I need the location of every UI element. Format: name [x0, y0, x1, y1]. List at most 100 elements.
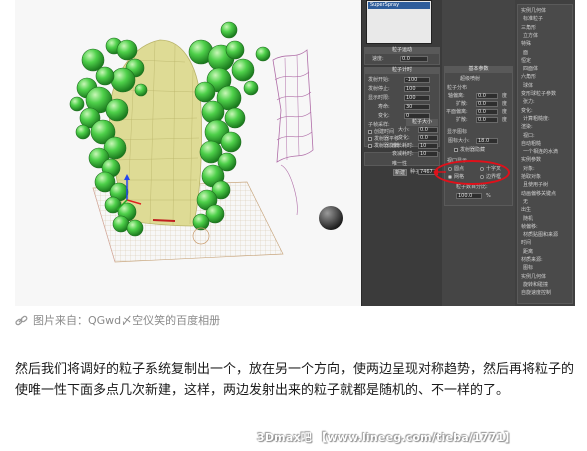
unit-label: % [486, 193, 491, 199]
particle-type-item[interactable]: 自动粗糙 [521, 141, 541, 147]
particle-type-item[interactable]: 立方体 [523, 33, 538, 39]
checkbox[interactable] [368, 137, 372, 141]
checkbox[interactable] [368, 144, 372, 148]
row-label: 平面偏离: [446, 109, 468, 115]
basic-sub-label: 超级喷射 [460, 76, 481, 82]
row-label: 变化: [378, 113, 390, 119]
red-arrow-icon [433, 169, 446, 175]
row-label: 轴偏离: [448, 93, 465, 99]
row-label: 大小: [398, 127, 410, 133]
unit-label: 度 [502, 101, 508, 107]
particle-type-item[interactable]: 四面体 [523, 66, 538, 72]
spinner[interactable]: -100 [404, 77, 430, 83]
row-label: 发射开始: [368, 77, 390, 83]
particle-type-item[interactable]: 张力: [523, 99, 535, 105]
wave-mesh [272, 49, 314, 216]
particle-type-item[interactable]: 实例几何体 [521, 8, 546, 14]
unique-label: 唯一性 [392, 161, 408, 167]
row-label: 显示时限: [368, 95, 390, 101]
row-label: 速度: [372, 56, 384, 62]
icon-title: 显示图标 [447, 129, 468, 135]
particle-type-item[interactable]: 标准粒子 [523, 16, 543, 22]
spinner[interactable]: 100 [404, 95, 430, 101]
particle-type-item[interactable]: 变形球粒子参数 [521, 91, 556, 97]
spinner[interactable]: 0.0 [476, 117, 498, 123]
particle-type-item[interactable]: 旋转和碰撞 [523, 282, 548, 288]
particle-type-item[interactable]: 六角形 [521, 74, 536, 80]
basic-params-panel: 基本参数 超级喷射 粒子分布 轴偏离: 0.0 度 扩散: 0.0 度 平面偏离… [442, 0, 515, 306]
particle-type-item[interactable]: 距离 [523, 249, 533, 255]
particle-type-item[interactable]: 实例参数 [521, 157, 541, 163]
dist-title: 粒子分布 [447, 85, 468, 91]
particle-type-item[interactable]: 图标 [523, 265, 533, 271]
object-list-item-superspray[interactable]: SuperSpray [368, 2, 430, 9]
particle-type-panel: 实例几何体 标准粒子 三角形 立方体 特殊面恒定 四面体 六角形 球体 变形球粒子参数 张力: 变化… [515, 0, 575, 306]
particle-type-item[interactable]: 面 [523, 50, 528, 56]
watermark: 3Dmax吧 【www.lineeg.com/tieba/1771】 [257, 431, 516, 444]
link-icon [15, 315, 28, 326]
spinner[interactable]: 10 [418, 143, 438, 149]
row-label: 增长耗时: [392, 143, 414, 149]
particle-params-panel: SuperSpray 粒子运动 速度: 0.0 粒子计时 发射开始: -100 … [362, 0, 442, 306]
particle-type-item[interactable]: 对象: [523, 166, 535, 172]
particle-type-item[interactable]: 恒定 [521, 58, 531, 64]
spinner[interactable]: 0.0 [418, 127, 438, 133]
particle-type-item[interactable]: 三角形 [521, 25, 536, 31]
spinner[interactable]: 30 [404, 104, 430, 110]
particle-type-item[interactable]: 且使用子树 [523, 182, 548, 188]
article-paragraph: 然后我们将调好的粒子系统复制出一个，放在另一个方向，使两边呈现对称趋势，然后再将… [15, 362, 575, 398]
perspective-viewport[interactable] [15, 0, 362, 306]
row-label: 变化: [398, 135, 410, 141]
row-label: 寿命: [378, 104, 390, 110]
row-label: 衰减耗时: [392, 151, 414, 157]
row-label: 扩散: [456, 101, 468, 107]
particle-type-item[interactable]: 计算粗糙度: [523, 116, 550, 122]
image-source-caption: 图片来自：QGwd〆空仪笑的百度相册 [15, 313, 575, 329]
3dsmax-screenshot: SuperSpray 粒子运动 速度: 0.0 粒子计时 发射开始: -100 … [15, 0, 575, 306]
size-rollout-title[interactable]: 粒子大小 [406, 119, 438, 126]
spinner[interactable]: 0.0 [418, 135, 438, 141]
row-label: 发射停止: [368, 86, 390, 92]
subframe-label: 子帧采样: [368, 122, 390, 128]
particle-type-item[interactable]: 出生 [521, 207, 531, 213]
particle-type-item[interactable]: 球体 [523, 83, 533, 89]
particle-type-item[interactable]: 视口: [523, 133, 535, 139]
checkbox[interactable] [454, 148, 458, 152]
spinner[interactable]: 0.0 [476, 109, 498, 115]
particle-type-item[interactable]: 拾取对象 [521, 174, 541, 180]
particle-type-item[interactable]: 材质贴图和来源 [523, 232, 558, 238]
particle-type-item[interactable]: 变化: [521, 108, 533, 114]
spinner[interactable]: 18.0 [476, 138, 498, 144]
timing-rollout-title[interactable]: 粒子计时 [364, 67, 440, 74]
percent-spinner[interactable]: 100.0 [456, 193, 482, 199]
basic-rollout-title[interactable]: 基本参数 [444, 66, 513, 73]
checkbox[interactable] [368, 130, 372, 134]
top-rollout-title[interactable]: 粒子运动 [364, 47, 440, 54]
spinner[interactable]: 0.0 [400, 56, 428, 62]
particle-type-item[interactable]: 动画偏移关键点 [521, 191, 556, 197]
particle-type-item[interactable]: 材质来源: [521, 257, 543, 263]
checkbox-label: 创建时间 [374, 129, 395, 135]
spinner[interactable]: 100 [404, 86, 430, 92]
particle-type-item[interactable]: 随机 [523, 216, 533, 222]
unit-label: 度 [502, 93, 508, 99]
particle-type-item[interactable]: 无 [523, 199, 528, 205]
dark-sphere [319, 206, 343, 230]
particle-type-item[interactable]: 帧偏移: [521, 224, 538, 230]
spinner[interactable]: 0.0 [476, 101, 498, 107]
new-seed-button[interactable]: 新建 [393, 169, 407, 176]
particle-type-item[interactable]: 一个相连的水滴 [523, 149, 558, 155]
unit-label: 度 [502, 117, 508, 123]
spinner[interactable]: 10 [418, 151, 438, 157]
particle-type-item[interactable]: 渲染: [521, 124, 533, 130]
particle-type-item[interactable]: 时间 [521, 240, 531, 246]
particle-type-item[interactable]: 自旋速度控制 [521, 290, 551, 296]
checkbox-label: 发射器隐藏 [460, 147, 486, 153]
particle-type-item[interactable]: 特殊 [521, 41, 531, 47]
viewport-scene [69, 21, 343, 263]
row-label: 图标大小: [448, 138, 470, 144]
particle-type-item[interactable]: 实例几何体 [521, 274, 546, 280]
checkbox-label: 发射器平移 [374, 136, 400, 142]
object-list[interactable]: SuperSpray [366, 0, 432, 44]
spinner[interactable]: 0.0 [476, 93, 498, 99]
